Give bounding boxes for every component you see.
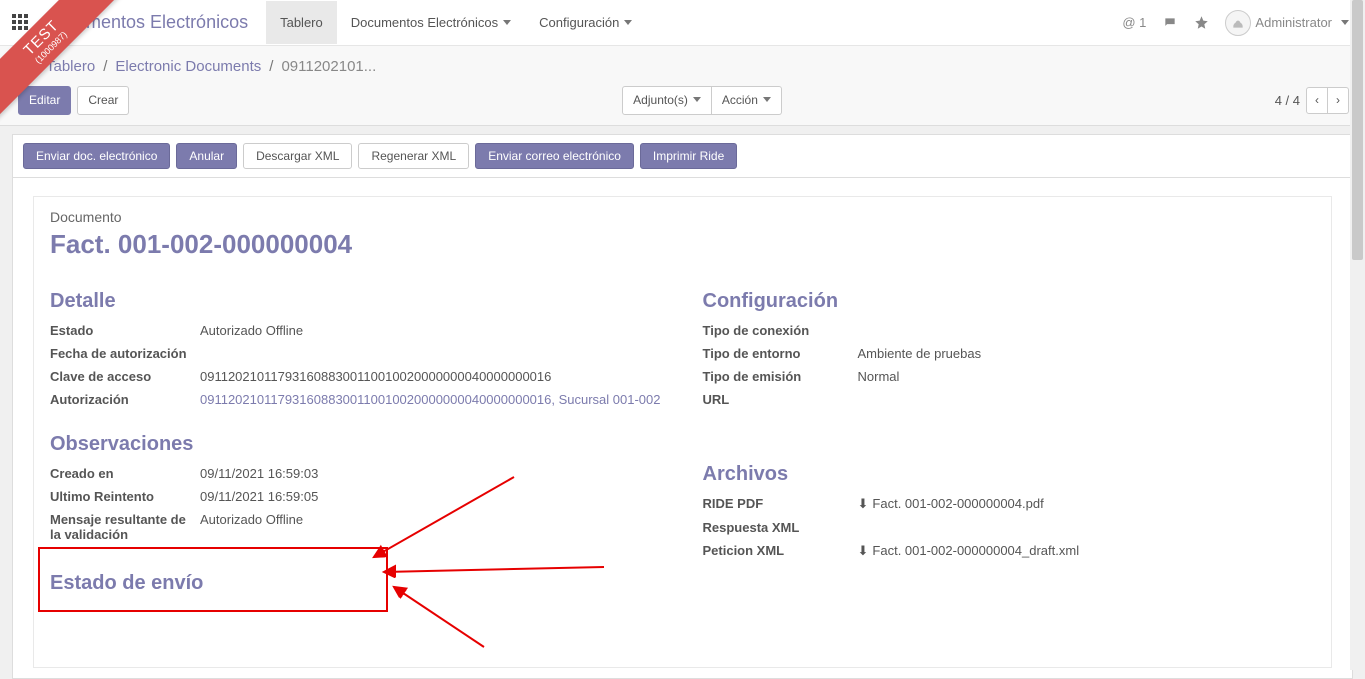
breadcrumb-current: 0911202101... [281, 58, 376, 75]
messages-icon[interactable]: @ 1 [1122, 15, 1146, 30]
peticion-xml-label: Peticion XML [703, 543, 858, 559]
ultimo-reintento-value: 09/11/2021 16:59:05 [200, 489, 663, 504]
ride-pdf-link[interactable]: ⬇Fact. 001-002-000000004.pdf [858, 496, 1316, 512]
url-label: URL [703, 392, 858, 407]
user-name: Administrator [1255, 15, 1332, 30]
control-panel: Tablero / Electronic Documents / 0911202… [0, 46, 1365, 126]
tipo-conexion-value [858, 323, 1316, 338]
attachments-dropdown[interactable]: Adjunto(s) [622, 86, 712, 115]
apps-icon[interactable] [12, 14, 30, 32]
nav-tab-tablero[interactable]: Tablero [266, 1, 337, 44]
create-button[interactable]: Crear [77, 86, 129, 115]
tipo-entorno-label: Tipo de entorno [703, 346, 858, 361]
autorizacion-label: Autorización [50, 392, 200, 407]
top-nav: Documentos Electrónicos Tablero Document… [0, 0, 1365, 46]
fecha-autorizacion-label: Fecha de autorización [50, 346, 200, 361]
breadcrumb-edocs[interactable]: Electronic Documents [115, 58, 261, 75]
download-xml-button[interactable]: Descargar XML [243, 143, 352, 169]
print-ride-button[interactable]: Imprimir Ride [640, 143, 737, 169]
statusbar: Enviar doc. electrónico Anular Descargar… [12, 134, 1353, 177]
user-menu[interactable]: Administrator [1225, 10, 1349, 36]
send-edoc-button[interactable]: Enviar doc. electrónico [23, 143, 170, 169]
ultimo-reintento-label: Ultimo Reintento [50, 489, 200, 504]
creado-en-value: 09/11/2021 16:59:03 [200, 466, 663, 481]
doc-title: Fact. 001-002-000000004 [50, 229, 1315, 260]
anular-button[interactable]: Anular [176, 143, 237, 169]
avatar [1225, 10, 1251, 36]
tipo-emision-label: Tipo de emisión [703, 369, 858, 384]
clave-acceso-label: Clave de acceso [50, 369, 200, 384]
peticion-xml-link[interactable]: ⬇Fact. 001-002-000000004_draft.xml [858, 543, 1316, 559]
vertical-scrollbar[interactable] [1350, 0, 1365, 670]
estado-value: Autorizado Offline [200, 323, 663, 338]
nav-tab-configuracion[interactable]: Configuración [525, 1, 646, 44]
section-detalle: Detalle [50, 290, 663, 313]
tipo-emision-value: Normal [858, 369, 1316, 384]
estado-label: Estado [50, 323, 200, 338]
mensaje-validacion-label: Mensaje resultante de la validación [50, 512, 200, 542]
pager-next-button[interactable]: › [1328, 87, 1349, 114]
breadcrumb: Tablero / Electronic Documents / 0911202… [18, 56, 1349, 76]
chat-icon[interactable] [1162, 16, 1178, 30]
mensaje-validacion-value: Autorizado Offline [200, 512, 663, 542]
ride-pdf-label: RIDE PDF [703, 496, 858, 512]
regenerate-xml-button[interactable]: Regenerar XML [358, 143, 469, 169]
section-envio: Estado de envío [50, 572, 663, 595]
action-dropdown[interactable]: Acción [712, 86, 782, 115]
fecha-autorizacion-value [200, 346, 663, 361]
autorizacion-value[interactable]: 0911202101179316088300110010020000000040… [200, 392, 663, 407]
doc-label: Documento [50, 209, 1315, 225]
tipo-conexion-label: Tipo de conexión [703, 323, 858, 338]
nav-tab-documentos[interactable]: Documentos Electrónicos [337, 1, 525, 44]
download-icon: ⬇ [858, 543, 869, 558]
section-configuracion: Configuración [703, 290, 1316, 313]
respuesta-xml-label: Respuesta XML [703, 520, 858, 535]
clave-acceso-value: 0911202101179316088300110010020000000040… [200, 369, 663, 384]
section-observaciones: Observaciones [50, 433, 663, 456]
pager-prev-button[interactable]: ‹ [1306, 87, 1328, 114]
brand-title: Documentos Electrónicos [44, 12, 248, 33]
favorite-star-icon[interactable] [18, 56, 38, 76]
url-value [858, 392, 1316, 407]
creado-en-label: Creado en [50, 466, 200, 481]
chevron-down-icon [1336, 15, 1349, 30]
section-archivos: Archivos [703, 463, 1316, 486]
form-sheet: Documento Fact. 001-002-000000004 Detall… [12, 177, 1353, 679]
respuesta-xml-value [858, 520, 1316, 535]
tipo-entorno-value: Ambiente de pruebas [858, 346, 1316, 361]
send-email-button[interactable]: Enviar correo electrónico [475, 143, 634, 169]
breadcrumb-tablero[interactable]: Tablero [46, 58, 95, 75]
star-icon[interactable] [1194, 15, 1209, 30]
download-icon: ⬇ [858, 496, 869, 511]
pager-text: 4 / 4 [1275, 93, 1300, 108]
edit-button[interactable]: Editar [18, 86, 71, 115]
